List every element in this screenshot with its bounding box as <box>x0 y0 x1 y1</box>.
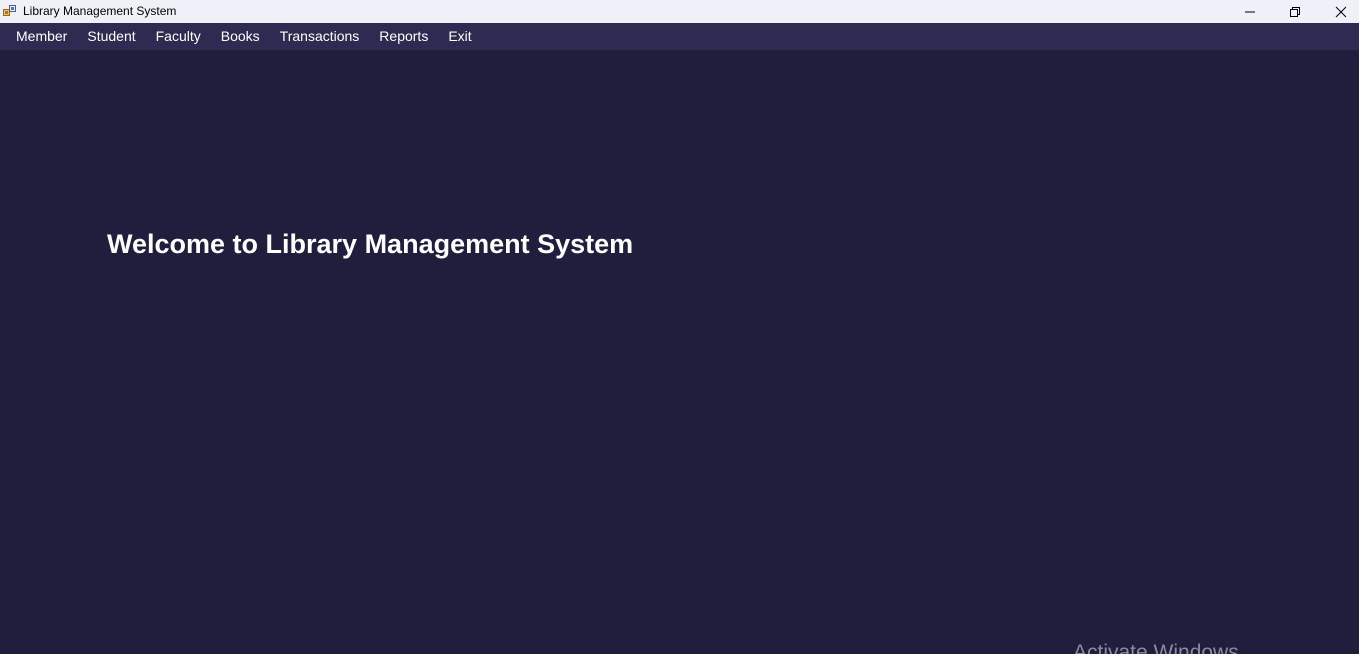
menu-bar: Member Student Faculty Books Transaction… <box>0 23 1359 50</box>
activate-windows-watermark: Activate Windows <box>1073 641 1239 654</box>
menu-item-faculty[interactable]: Faculty <box>146 23 211 50</box>
restore-icon <box>1290 6 1300 17</box>
menu-item-reports[interactable]: Reports <box>369 23 438 50</box>
close-button[interactable] <box>1318 0 1359 23</box>
welcome-heading: Welcome to Library Management System <box>107 229 634 259</box>
close-icon <box>1335 6 1347 17</box>
menu-item-student[interactable]: Student <box>77 23 145 50</box>
minimize-button[interactable] <box>1227 0 1273 23</box>
app-icon <box>3 5 16 16</box>
app-window: Library Management System Member Student… <box>0 0 1359 654</box>
menu-item-transactions[interactable]: Transactions <box>270 23 370 50</box>
minimize-icon <box>1245 11 1255 12</box>
menu-item-member[interactable]: Member <box>0 23 77 50</box>
menu-item-exit[interactable]: Exit <box>438 23 481 50</box>
menu-item-books[interactable]: Books <box>211 23 270 50</box>
maximize-button[interactable] <box>1272 0 1318 23</box>
window-title: Library Management System <box>23 4 177 18</box>
title-bar[interactable]: Library Management System <box>0 0 1359 23</box>
